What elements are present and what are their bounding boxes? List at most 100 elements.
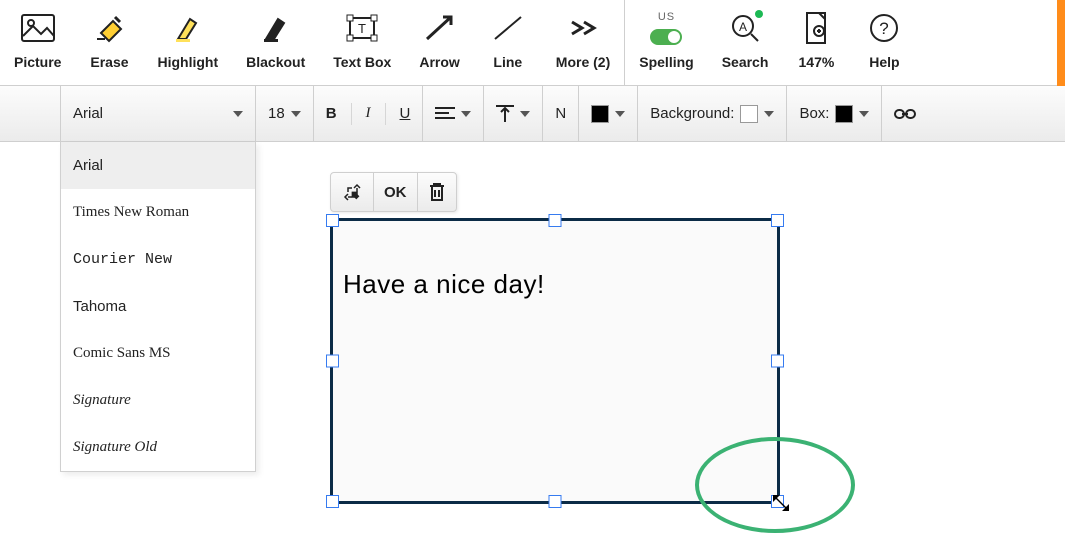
spelling-lang: US xyxy=(658,11,675,23)
box-color-select[interactable]: Box: xyxy=(787,86,882,141)
font-option-tahoma[interactable]: Tahoma xyxy=(61,283,255,330)
arrow-label: Arrow xyxy=(419,54,459,70)
arrow-button[interactable]: Arrow xyxy=(405,0,473,85)
help-icon: ? xyxy=(864,8,904,48)
resize-handle-se[interactable] xyxy=(771,495,784,508)
font-option-courier[interactable]: Courier New xyxy=(61,236,255,283)
picture-button[interactable]: Picture xyxy=(0,0,75,85)
font-option-times[interactable]: Times New Roman xyxy=(61,189,255,236)
more-label: More (2) xyxy=(556,54,610,70)
right-edge-accent xyxy=(1057,0,1065,86)
help-button[interactable]: ? Help xyxy=(850,0,918,85)
chevron-down-icon xyxy=(291,111,301,117)
move-icon xyxy=(341,181,363,203)
textbox-label: Text Box xyxy=(333,54,391,70)
resize-handle-sw[interactable] xyxy=(326,495,339,508)
spelling-toggle[interactable] xyxy=(650,29,682,45)
valign-select[interactable] xyxy=(484,86,543,141)
blackout-button[interactable]: Blackout xyxy=(232,0,319,85)
move-button[interactable] xyxy=(331,173,373,211)
font-family-value: Arial xyxy=(73,105,103,122)
blackout-label: Blackout xyxy=(246,54,305,70)
normal-glyph: N xyxy=(555,105,566,122)
font-option-comic[interactable]: Comic Sans MS xyxy=(61,330,255,377)
chevron-down-icon xyxy=(764,111,774,117)
ok-label: OK xyxy=(384,184,407,201)
textbox-icon: T xyxy=(342,8,382,48)
chevron-down-icon xyxy=(461,111,471,117)
chevron-down-icon xyxy=(233,111,243,117)
resize-handle-nw[interactable] xyxy=(326,214,339,227)
more-icon xyxy=(563,8,603,48)
background-color-select[interactable]: Background: xyxy=(638,86,787,141)
align-icon xyxy=(435,106,455,122)
textbox-element[interactable]: Have a nice day! xyxy=(330,218,780,504)
picture-label: Picture xyxy=(14,54,61,70)
textbox-content[interactable]: Have a nice day! xyxy=(343,269,777,300)
font-option-signature[interactable]: Signature xyxy=(61,377,255,424)
highlight-button[interactable]: Highlight xyxy=(143,0,232,85)
zoom-icon xyxy=(796,8,836,48)
link-icon xyxy=(894,107,916,121)
font-family-dropdown: Arial Times New Roman Courier New Tahoma… xyxy=(60,142,256,472)
help-label: Help xyxy=(869,54,899,70)
box-color-swatch xyxy=(835,105,853,123)
svg-text:A: A xyxy=(739,20,747,34)
font-size-value: 18 xyxy=(268,105,285,122)
chevron-down-icon xyxy=(615,111,625,117)
italic-button[interactable]: I xyxy=(366,105,371,122)
more-button[interactable]: More (2) xyxy=(542,0,624,85)
erase-button[interactable]: Erase xyxy=(75,0,143,85)
align-select[interactable] xyxy=(423,86,484,141)
style-group: B I U xyxy=(314,86,424,141)
zoom-label: 147% xyxy=(799,54,835,70)
ok-button[interactable]: OK xyxy=(373,173,417,211)
delete-button[interactable] xyxy=(417,173,456,211)
erase-icon xyxy=(89,8,129,48)
chevron-down-icon xyxy=(520,111,530,117)
svg-text:?: ? xyxy=(880,19,889,38)
blackout-icon xyxy=(256,8,296,48)
background-color-swatch xyxy=(740,105,758,123)
chevron-down-icon xyxy=(859,111,869,117)
resize-handle-s[interactable] xyxy=(549,495,562,508)
spelling-label: Spelling xyxy=(639,54,693,70)
svg-text:T: T xyxy=(358,21,366,36)
background-label: Background: xyxy=(650,105,734,122)
bold-button[interactable]: B xyxy=(326,105,337,122)
font-size-select[interactable]: 18 xyxy=(256,86,314,141)
search-icon: A xyxy=(725,8,765,48)
font-family-select[interactable]: Arial xyxy=(60,86,256,141)
line-icon xyxy=(488,8,528,48)
line-label: Line xyxy=(493,54,522,70)
zoom-button[interactable]: 147% xyxy=(782,0,850,85)
text-color-swatch xyxy=(591,105,609,123)
arrow-icon xyxy=(420,8,460,48)
underline-button[interactable]: U xyxy=(400,105,411,122)
font-option-signature-old[interactable]: Signature Old xyxy=(61,424,255,471)
font-option-arial[interactable]: Arial xyxy=(61,142,255,189)
box-label: Box: xyxy=(799,105,829,122)
resize-handle-w[interactable] xyxy=(326,355,339,368)
trash-icon xyxy=(428,182,446,202)
resize-handle-e[interactable] xyxy=(771,355,784,368)
textbox-controls: OK xyxy=(330,172,457,212)
highlight-icon xyxy=(168,8,208,48)
spelling-icon: US xyxy=(646,8,686,48)
resize-handle-ne[interactable] xyxy=(771,214,784,227)
textbox-button[interactable]: T Text Box xyxy=(319,0,405,85)
line-button[interactable]: Line xyxy=(474,0,542,85)
valign-icon xyxy=(496,104,514,124)
resize-handle-n[interactable] xyxy=(549,214,562,227)
link-button[interactable] xyxy=(882,86,928,141)
text-color-select[interactable] xyxy=(579,86,638,141)
highlight-label: Highlight xyxy=(157,54,218,70)
erase-label: Erase xyxy=(90,54,128,70)
picture-icon xyxy=(18,8,58,48)
search-label: Search xyxy=(722,54,769,70)
search-button[interactable]: A Search xyxy=(708,0,783,85)
search-status-dot xyxy=(755,10,763,18)
format-toolbar: Arial 18 B I U N Background: Box: xyxy=(0,86,1065,142)
normal-button[interactable]: N xyxy=(543,86,579,141)
spelling-button[interactable]: US Spelling xyxy=(625,0,707,85)
